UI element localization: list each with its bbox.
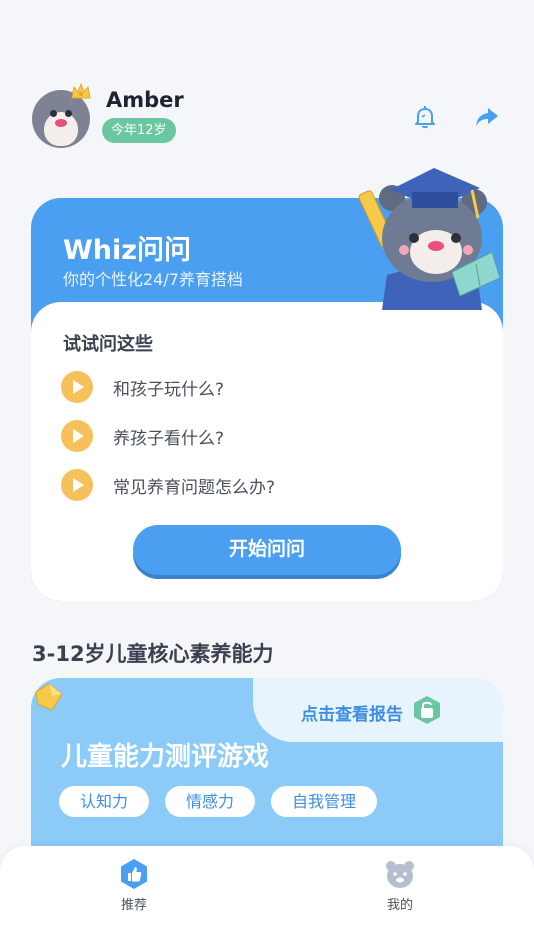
question-text: 养孩子看什么? <box>113 428 225 449</box>
unlock-icon <box>414 696 440 724</box>
crown-icon <box>71 82 91 99</box>
whiz-subtitle: 你的个性化24/7养育搭档 <box>63 270 243 289</box>
play-icon <box>61 420 93 452</box>
play-icon <box>61 371 93 403</box>
view-report-link[interactable]: 点击查看报告 <box>301 700 403 725</box>
ability-tag[interactable]: 自我管理 <box>271 786 378 817</box>
whiz-title: Whiz问问 <box>63 235 191 266</box>
question-text: 和孩子玩什么? <box>113 379 225 400</box>
nav-recommend[interactable]: 推荐 <box>94 858 174 913</box>
ability-tag[interactable]: 情感力 <box>165 786 256 817</box>
nav-label: 我的 <box>386 898 413 913</box>
user-avatar[interactable] <box>32 82 91 148</box>
bear-graduate-mascot <box>358 168 501 310</box>
question-item[interactable]: 和孩子玩什么? <box>61 370 224 404</box>
question-item[interactable]: 常见养育问题怎么办? <box>61 468 275 502</box>
nav-mine[interactable]: 我的 <box>360 858 440 913</box>
bottom-nav: 推荐 我的 <box>0 846 534 950</box>
bell-icon[interactable] <box>412 104 438 130</box>
nav-label: 推荐 <box>120 898 147 913</box>
gem-icon <box>35 683 63 711</box>
game-title: 儿童能力测评游戏 <box>61 742 270 772</box>
question-text: 常见养育问题怎么办? <box>113 477 276 498</box>
bear-face-icon <box>386 861 414 888</box>
suggested-questions-panel: 试试问这些 和孩子玩什么? 养孩子看什么? 常见养育问题怎么办? 开始问问 <box>31 302 503 601</box>
section-title: 3-12岁儿童核心素养能力 <box>32 642 274 666</box>
username: Amber <box>106 88 184 112</box>
share-icon[interactable] <box>474 104 500 130</box>
ability-tag[interactable]: 认知力 <box>59 786 150 817</box>
thumbs-up-icon <box>121 859 147 889</box>
age-badge: 今年12岁 <box>102 118 176 143</box>
play-icon <box>61 469 93 501</box>
question-item[interactable]: 养孩子看什么? <box>61 419 224 453</box>
try-questions-heading: 试试问这些 <box>63 334 153 355</box>
start-ask-button[interactable]: 开始问问 <box>133 525 401 575</box>
